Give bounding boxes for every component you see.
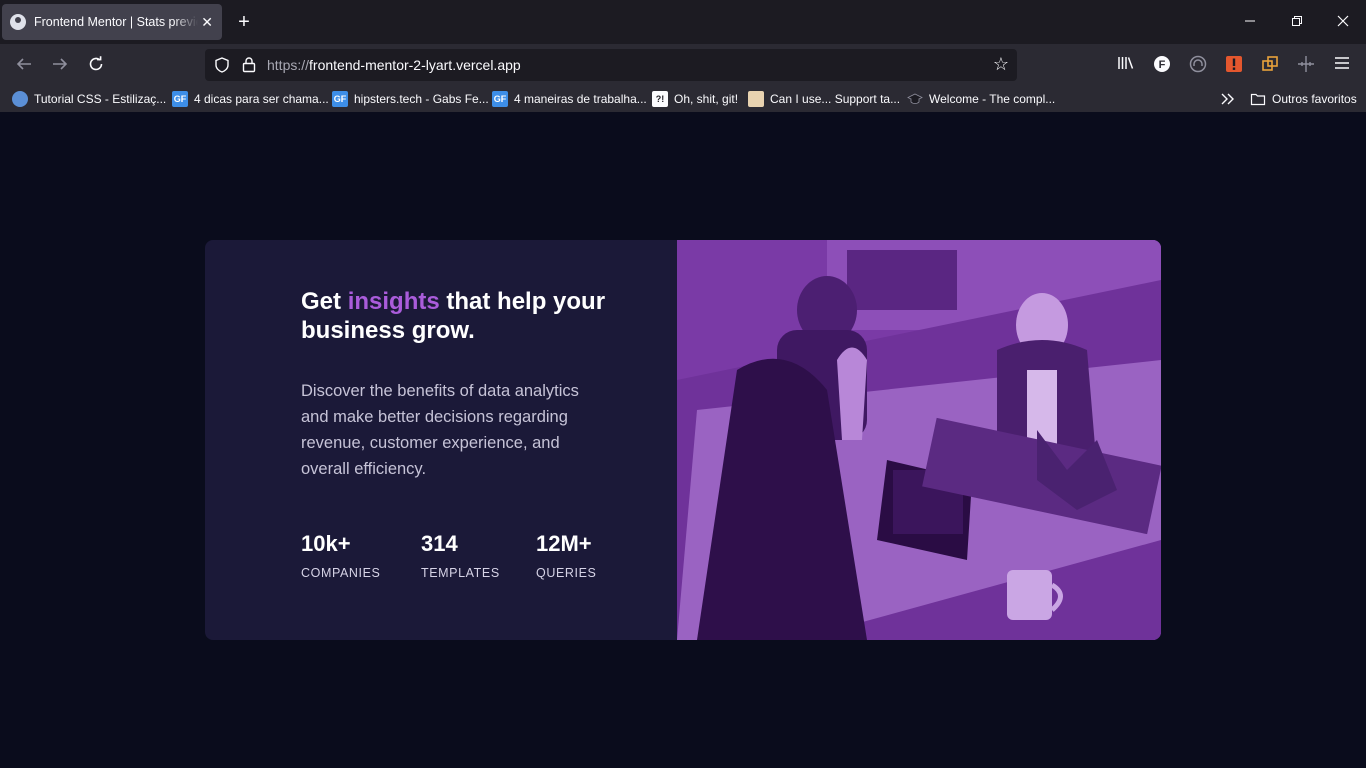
bookmark-label: Can I use... Support ta... — [770, 92, 901, 106]
minimize-window-button[interactable] — [1240, 12, 1260, 32]
close-tab-icon[interactable]: ✕ — [200, 15, 214, 29]
ohshitgit-icon: ?! — [652, 91, 668, 107]
headphones-extension-icon[interactable] — [1188, 55, 1208, 75]
tab-strip: Frontend Mentor | Stats preview card com… — [0, 0, 1366, 44]
address-bar[interactable]: https://frontend-mentor-2-lyart.vercel.a… — [205, 49, 1017, 81]
forward-button[interactable] — [50, 55, 70, 75]
card-description: Discover the benefits of data analytics … — [301, 382, 579, 478]
bookmark-item[interactable]: Welcome - The compl... — [907, 90, 1055, 108]
lock-icon[interactable] — [241, 56, 257, 73]
stat-queries: 12M+ QUERIES — [536, 530, 596, 580]
caniuse-icon — [748, 91, 764, 107]
tab-title: Frontend Mentor | Stats preview card com… — [34, 15, 198, 29]
browser-tab[interactable]: Frontend Mentor | Stats preview card com… — [2, 4, 222, 40]
more-bookmarks-chevron-icon[interactable] — [1220, 90, 1236, 108]
tracking-protection-shield-icon[interactable] — [214, 57, 230, 73]
gf-icon: GF — [332, 91, 348, 107]
url-text[interactable]: https://frontend-mentor-2-lyart.vercel.a… — [267, 57, 521, 73]
bookmark-label: Outros favoritos — [1272, 92, 1357, 106]
navigation-toolbar: https://frontend-mentor-2-lyart.vercel.a… — [0, 44, 1366, 86]
bookmark-item[interactable]: ?! Oh, shit, git! — [652, 90, 738, 108]
globe-icon — [12, 91, 28, 107]
close-window-button[interactable] — [1333, 12, 1353, 32]
bookmark-label: Tutorial CSS - Estilizaç... — [34, 92, 167, 106]
bookmark-label: Oh, shit, git! — [674, 92, 739, 106]
bookmark-item[interactable]: Can I use... Support ta... — [748, 90, 900, 108]
bookmarks-toolbar: Tutorial CSS - Estilizaç... GF 4 dicas p… — [0, 86, 1366, 112]
restore-window-button[interactable] — [1287, 12, 1307, 32]
reload-button[interactable] — [86, 55, 106, 75]
page-viewport: Get insights that help your business gro… — [0, 112, 1366, 768]
graduation-cap-icon — [907, 91, 923, 107]
ruler-extension-icon[interactable] — [1296, 55, 1316, 75]
bookmark-label: Welcome - The compl... — [929, 92, 1056, 106]
library-icon[interactable] — [1116, 55, 1136, 75]
bookmark-label: hipsters.tech - Gabs Fe... — [354, 92, 489, 106]
stat-label: COMPANIES — [301, 566, 381, 580]
account-extension-icon[interactable]: F — [1152, 55, 1172, 75]
bookmark-item[interactable]: GF 4 maneiras de trabalha... — [492, 90, 647, 108]
new-tab-button[interactable]: + — [234, 12, 254, 32]
bookmark-star-icon[interactable]: ☆ — [991, 54, 1011, 74]
photo-illustration — [677, 240, 1161, 640]
office-team-photo — [677, 240, 1161, 640]
stat-value: 10k+ — [301, 531, 351, 556]
card-headline: Get insights that help your business gro… — [301, 287, 621, 345]
bookmark-item[interactable]: Tutorial CSS - Estilizaç... — [12, 90, 166, 108]
stat-value: 314 — [421, 531, 458, 556]
bookmark-item[interactable]: GF 4 dicas para ser chama... — [172, 90, 329, 108]
stat-companies: 10k+ COMPANIES — [301, 530, 381, 580]
stats-row: 10k+ COMPANIES 314 TEMPLATES 12M+ QUERIE… — [301, 530, 641, 590]
other-bookmarks-folder[interactable]: Outros favoritos — [1250, 90, 1357, 108]
stat-label: QUERIES — [536, 566, 597, 580]
headline-accent-word: insights — [347, 288, 440, 315]
back-button[interactable] — [14, 55, 34, 75]
multi-window-extension-icon[interactable] — [1260, 55, 1280, 75]
bookmark-item[interactable]: GF hipsters.tech - Gabs Fe... — [332, 90, 489, 108]
stat-label: TEMPLATES — [421, 566, 500, 580]
gf-icon: GF — [172, 91, 188, 107]
bookmark-label: 4 maneiras de trabalha... — [514, 92, 647, 106]
hamburger-menu-icon[interactable] — [1332, 55, 1352, 75]
alert-extension-icon[interactable] — [1224, 55, 1244, 75]
svg-text:F: F — [1159, 59, 1166, 71]
stat-value: 12M+ — [536, 531, 592, 556]
stats-preview-card: Get insights that help your business gro… — [205, 240, 1161, 640]
url-host: frontend-mentor-2-lyart.vercel.app — [309, 57, 521, 73]
gf-icon: GF — [492, 91, 508, 107]
bookmark-label: 4 dicas para ser chama... — [194, 92, 329, 106]
headline-lead: Get — [301, 288, 348, 315]
site-favicon-icon — [10, 14, 26, 30]
stat-templates: 314 TEMPLATES — [421, 530, 500, 580]
folder-icon — [1250, 91, 1266, 107]
url-scheme: https:// — [267, 57, 310, 73]
